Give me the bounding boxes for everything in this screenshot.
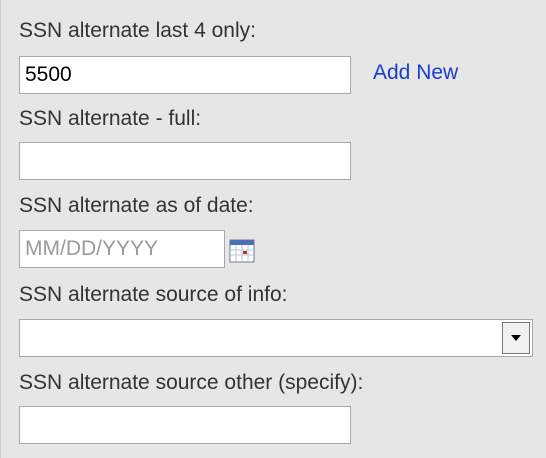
ssn-last4-label: SSN alternate last 4 only: xyxy=(19,19,256,42)
ssn-full-label: SSN alternate - full: xyxy=(19,107,202,130)
ssn-full-input[interactable] xyxy=(19,142,351,180)
ssn-last4-input[interactable]: 5500 xyxy=(19,56,351,94)
ssn-as-of-date-label: SSN alternate as of date: xyxy=(19,194,254,217)
calendar-icon[interactable] xyxy=(229,238,257,264)
chevron-down-icon[interactable] xyxy=(502,322,530,354)
ssn-source-select[interactable] xyxy=(19,319,533,357)
ssn-source-label: SSN alternate source of info: xyxy=(19,283,288,306)
ssn-alternate-form-panel: SSN alternate last 4 only: 5500 Add New … xyxy=(0,0,546,458)
ssn-as-of-date-input[interactable]: MM/DD/YYYY xyxy=(19,230,225,268)
ssn-source-other-label: SSN alternate source other (specify): xyxy=(19,371,364,394)
ssn-source-other-input[interactable] xyxy=(19,406,351,444)
add-new-link[interactable]: Add New xyxy=(373,60,458,86)
